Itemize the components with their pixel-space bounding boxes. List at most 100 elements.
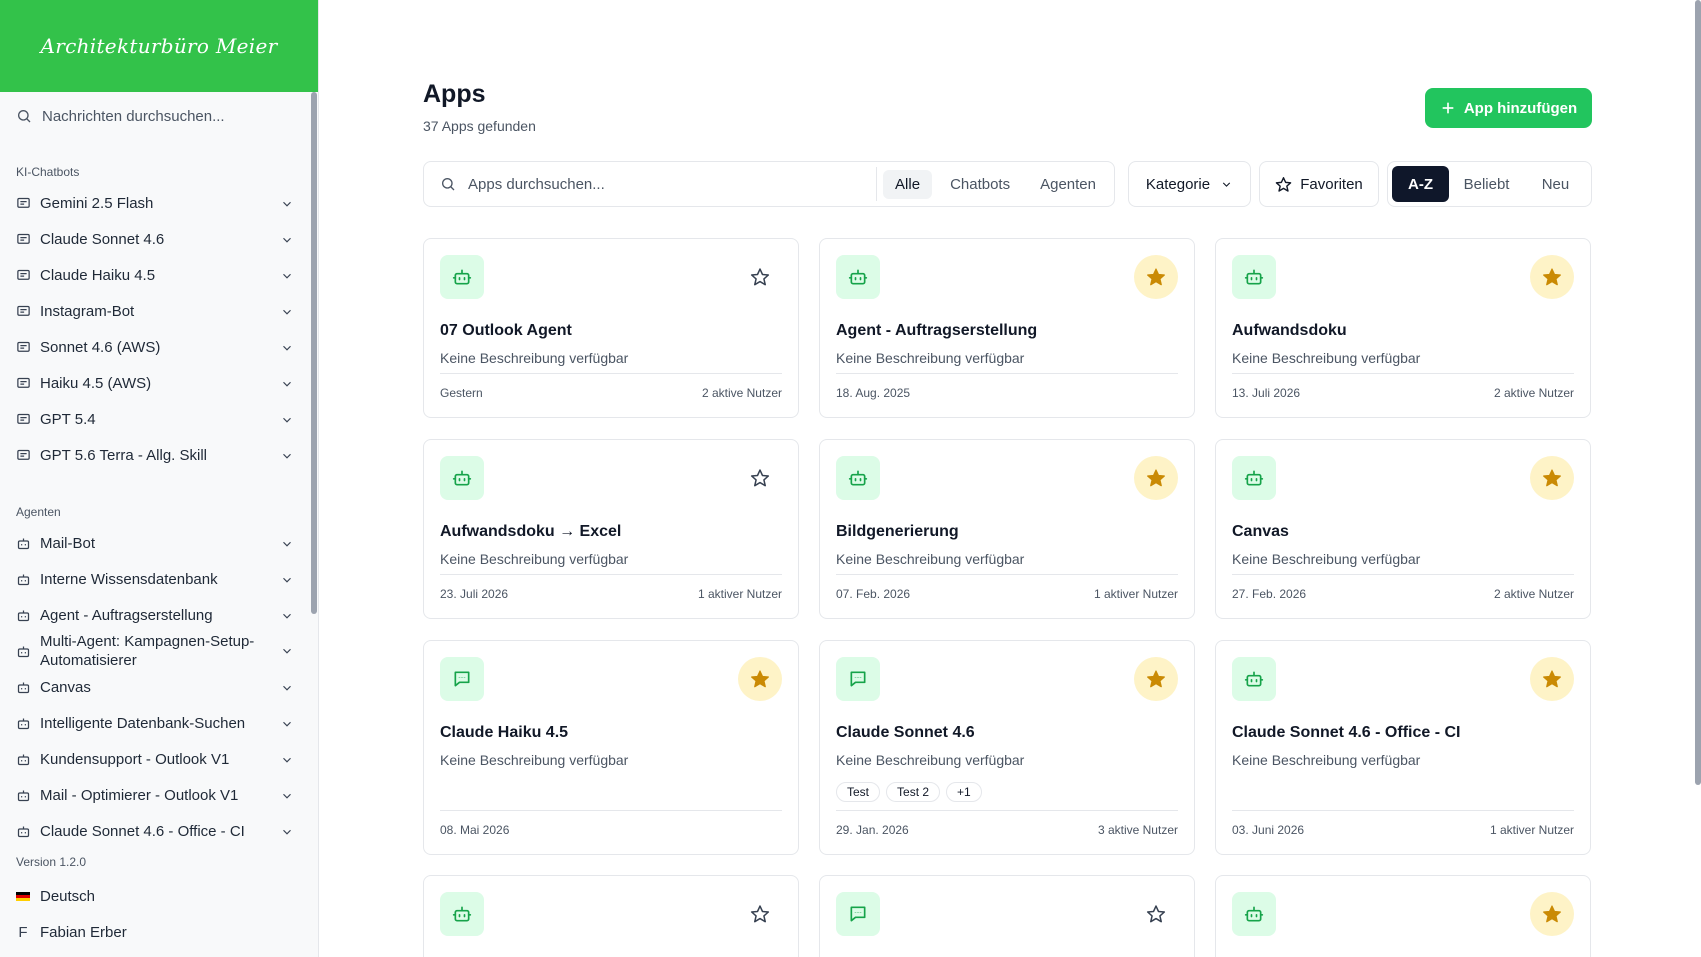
- sidebar-item-chatbot[interactable]: Instagram-Bot: [16, 302, 294, 321]
- language-selector[interactable]: Deutsch: [16, 888, 95, 905]
- chevron-down-icon[interactable]: [280, 717, 294, 731]
- sidebar-item-chatbot[interactable]: Haiku 4.5 (AWS): [16, 374, 294, 393]
- star-filled-icon[interactable]: [1530, 255, 1574, 299]
- sidebar-item-chatbot[interactable]: Claude Haiku 4.5: [16, 266, 294, 285]
- chevron-down-icon[interactable]: [280, 449, 294, 463]
- sidebar-item-chatbot[interactable]: GPT 5.4: [16, 410, 294, 429]
- app-card[interactable]: [819, 875, 1195, 957]
- chevron-down-icon[interactable]: [280, 537, 294, 551]
- app-card-users: 1 aktiver Nutzer: [1093, 587, 1178, 601]
- sidebar-item-agent[interactable]: Multi-Agent: Kampagnen-Setup-Automatisie…: [16, 632, 294, 670]
- app-card[interactable]: [1215, 875, 1591, 957]
- star-filled-icon[interactable]: [1530, 892, 1574, 936]
- plus-icon: [1442, 102, 1454, 114]
- sidebar-scrollbar[interactable]: [310, 92, 318, 957]
- bot-icon: [17, 790, 30, 802]
- sidebar-item-label: Claude Sonnet 4.6 - Office - CI: [40, 823, 245, 840]
- chevron-down-icon[interactable]: [280, 681, 294, 695]
- bot-icon: [17, 826, 30, 838]
- app-card-users: 2 aktive Nutzer: [1493, 386, 1574, 400]
- tab-agenten[interactable]: Agenten: [1028, 170, 1108, 199]
- message-square-icon: [17, 269, 30, 280]
- app-card[interactable]: Claude Sonnet 4.6 - Office - CI Keine Bes…: [1215, 640, 1591, 855]
- message-search[interactable]: Nachrichten durchsuchen...: [16, 104, 294, 128]
- star-outline-icon: [1275, 176, 1292, 192]
- app-search-input[interactable]: Apps durchsuchen...: [424, 162, 876, 206]
- tab-alle[interactable]: Alle: [883, 169, 933, 199]
- star-filled-icon[interactable]: [738, 657, 782, 701]
- app-card-users: 1 aktiver Nutzer: [697, 587, 782, 601]
- app-card[interactable]: Agent - Auftragserstellung Keine Beschrei…: [819, 238, 1195, 418]
- star-outline-icon[interactable]: [738, 255, 782, 299]
- chevron-down-icon[interactable]: [280, 341, 294, 355]
- sidebar-item-agent[interactable]: Kundensupport - Outlook V1: [16, 750, 294, 769]
- app-card[interactable]: Claude Haiku 4.5 Keine Beschreibung verfü…: [423, 640, 799, 855]
- app-card[interactable]: 07 Outlook Agent Keine Beschreibung verfü…: [423, 238, 799, 418]
- chevron-down-icon[interactable]: [280, 789, 294, 803]
- sidebar-item-agent[interactable]: Claude Sonnet 4.6 - Office - CI: [16, 822, 294, 841]
- sidebar-item-chatbot[interactable]: GPT 5.6 Terra - Allg. Skill: [16, 446, 294, 465]
- tag-badge[interactable]: Test 2: [886, 782, 941, 802]
- sidebar-item-label: Intelligente Datenbank-Suchen: [40, 715, 246, 732]
- chevron-down-icon: [1222, 181, 1231, 187]
- sidebar-item-label: GPT 5.4: [40, 411, 96, 428]
- star-filled-icon[interactable]: [1134, 255, 1178, 299]
- sidebar-item-agent[interactable]: Mail - Optimierer - Outlook V1: [16, 786, 294, 805]
- app-card-date: 23. Juli 2026: [440, 587, 509, 601]
- tag-badge[interactable]: +1: [946, 782, 982, 802]
- sidebar-item-agent[interactable]: Intelligente Datenbank-Suchen: [16, 714, 294, 733]
- app-card[interactable]: Canvas Keine Beschreibung verfügbar 27. Fe…: [1215, 439, 1591, 619]
- sidebar-item-chatbot[interactable]: Gemini 2.5 Flash: [16, 194, 294, 213]
- star-outline-icon[interactable]: [1134, 892, 1178, 936]
- main-scrollbar[interactable]: [1693, 0, 1701, 957]
- chevron-down-icon[interactable]: [280, 269, 294, 283]
- chevron-down-icon[interactable]: [280, 753, 294, 767]
- app-card[interactable]: Bildgenerierung Keine Beschreibung verfüg…: [819, 439, 1195, 619]
- chevron-down-icon[interactable]: [280, 233, 294, 247]
- sidebar-item-chatbot[interactable]: Sonnet 4.6 (AWS): [16, 338, 294, 357]
- app-card[interactable]: Aufwandsdoku → Excel Keine Beschreibung v…: [423, 439, 799, 619]
- sidebar-item-label: GPT 5.6 Terra - Allg. Skill: [40, 447, 208, 464]
- app-card-description: Keine Beschreibung verfügbar: [836, 752, 1025, 768]
- favorites-filter-button[interactable]: Favoriten: [1259, 161, 1379, 207]
- star-filled-icon[interactable]: [1134, 657, 1178, 701]
- chevron-down-icon[interactable]: [280, 413, 294, 427]
- sort-a-z[interactable]: A-Z: [1392, 166, 1450, 202]
- sidebar-item-agent[interactable]: Canvas: [16, 678, 294, 697]
- sidebar-item-label: Claude Haiku 4.5: [40, 267, 156, 284]
- star-filled-icon[interactable]: [1530, 657, 1574, 701]
- sidebar-item-agent[interactable]: Mail-Bot: [16, 534, 294, 553]
- divider: [836, 810, 1178, 811]
- app-card[interactable]: [423, 875, 799, 957]
- category-dropdown[interactable]: Kategorie: [1128, 161, 1251, 207]
- chevron-down-icon[interactable]: [280, 644, 294, 658]
- star-outline-icon[interactable]: [738, 456, 782, 500]
- tab-chatbots[interactable]: Chatbots: [938, 170, 1022, 199]
- app-filter-bar: Apps durchsuchen... Alle Chatbots Agente…: [423, 161, 1115, 207]
- sidebar-item-agent[interactable]: Agent - Auftragserstellung: [16, 606, 294, 625]
- bot-icon: [836, 456, 880, 500]
- language-label: Deutsch: [40, 888, 96, 905]
- chevron-down-icon[interactable]: [280, 305, 294, 319]
- star-filled-icon[interactable]: [1134, 456, 1178, 500]
- app-card[interactable]: Aufwandsdoku Keine Beschreibung verfügbar…: [1215, 238, 1591, 418]
- tag-badge[interactable]: Test: [836, 782, 881, 802]
- star-outline-icon[interactable]: [738, 892, 782, 936]
- add-app-button[interactable]: App hinzufügen: [1425, 88, 1592, 128]
- chevron-down-icon[interactable]: [280, 377, 294, 391]
- bot-icon: [440, 456, 484, 500]
- sort-beliebt[interactable]: Beliebt: [1453, 166, 1520, 202]
- chevron-down-icon[interactable]: [280, 825, 294, 839]
- user-menu[interactable]: F Fabian Erber: [16, 924, 126, 941]
- chevron-down-icon[interactable]: [280, 197, 294, 211]
- app-card-title: Aufwandsdoku → Excel: [440, 523, 622, 540]
- divider: [440, 373, 782, 374]
- sidebar-item-agent[interactable]: Interne Wissensdatenbank: [16, 570, 294, 589]
- category-label: Kategorie: [1145, 175, 1211, 193]
- sort-neu[interactable]: Neu: [1524, 166, 1587, 202]
- app-card[interactable]: Claude Sonnet 4.6 Keine Beschreibung verf…: [819, 640, 1195, 855]
- sidebar-item-chatbot[interactable]: Claude Sonnet 4.6: [16, 230, 294, 249]
- star-filled-icon[interactable]: [1530, 456, 1574, 500]
- chevron-down-icon[interactable]: [280, 609, 294, 623]
- chevron-down-icon[interactable]: [280, 573, 294, 587]
